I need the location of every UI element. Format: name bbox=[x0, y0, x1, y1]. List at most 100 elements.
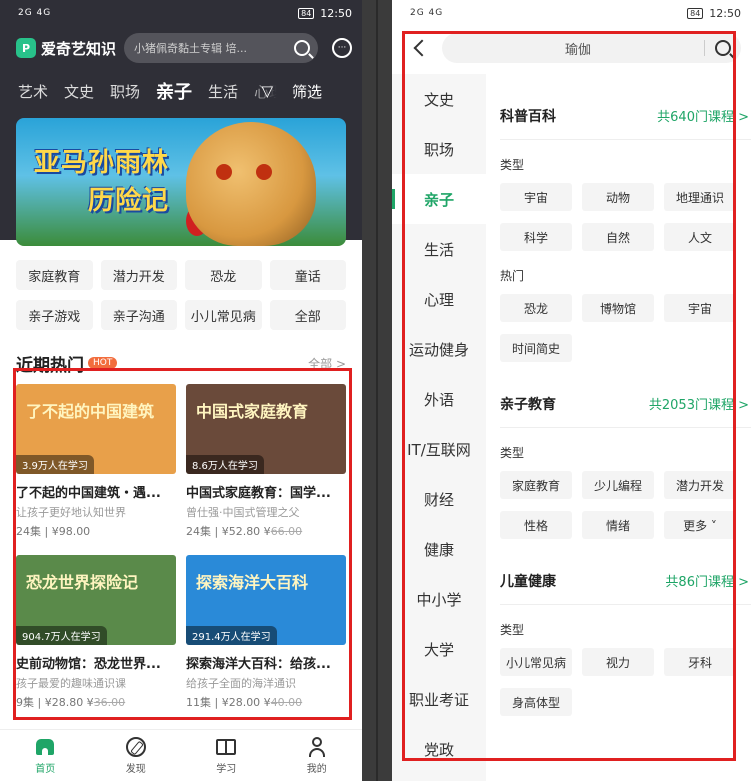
thumbnail-title: 中国式家庭教育 bbox=[196, 402, 309, 421]
course-card[interactable]: 探索海洋大百科 291.4万人在学习 探索海洋大百科：给孩... 给孩子全面的海洋通识… bbox=[186, 555, 346, 710]
course-thumbnail[interactable]: 恐龙世界探险记 904.7万人在学习 bbox=[16, 555, 176, 645]
category-tabs: 艺术文史职场亲子生活心理▽筛选 bbox=[0, 70, 362, 112]
course-thumbnail[interactable]: 了不起的中国建筑 3.9万人在学习 bbox=[16, 384, 176, 474]
group-label: 类型 bbox=[500, 158, 525, 172]
section-course-count-link[interactable]: 共86门课程 > bbox=[665, 571, 749, 590]
sidebar-item[interactable]: 财经 bbox=[392, 474, 486, 524]
group-label: 类型 bbox=[500, 623, 525, 637]
filter-chip[interactable]: 恐龙 bbox=[500, 294, 572, 322]
tab-label: 首页 bbox=[35, 763, 56, 775]
search-icon[interactable] bbox=[294, 40, 310, 56]
filter-chip[interactable]: 博物馆 bbox=[582, 294, 654, 322]
filter-label: 筛选 bbox=[291, 82, 322, 101]
search-icon[interactable] bbox=[715, 40, 731, 56]
category-tab[interactable]: 生活 bbox=[208, 81, 238, 102]
topic-tag[interactable]: 童话 bbox=[269, 260, 346, 290]
course-card[interactable]: 中国式家庭教育 8.6万人在学习 中国式家庭教育：国学... 曾仕强·中国式管理之父 2… bbox=[186, 384, 346, 539]
group-label: 类型 bbox=[500, 446, 525, 460]
course-card[interactable]: 了不起的中国建筑 3.9万人在学习 了不起的中国建筑・遇... 让孩子更好地认知世界 2… bbox=[16, 384, 176, 539]
filter-chip[interactable]: 宇宙 bbox=[500, 183, 572, 211]
topic-tag[interactable]: 恐龙 bbox=[185, 260, 262, 290]
topic-tag[interactable]: 全部 bbox=[269, 300, 346, 330]
tab-home[interactable]: 首页 bbox=[0, 730, 91, 781]
filter-chip[interactable]: 视力 bbox=[582, 648, 654, 676]
filter-chip[interactable]: 情绪 bbox=[582, 511, 654, 539]
filter-button[interactable]: ▽ 筛选 bbox=[247, 70, 346, 112]
course-thumbnail[interactable]: 探索海洋大百科 291.4万人在学习 bbox=[186, 555, 346, 645]
filter-chip[interactable]: 时间简史 bbox=[500, 334, 572, 362]
message-icon[interactable]: ··· bbox=[332, 38, 352, 58]
course-title: 了不起的中国建筑・遇... bbox=[16, 486, 161, 501]
filter-chip[interactable]: 潜力开发 bbox=[664, 471, 736, 499]
search-input[interactable]: 瑜伽 bbox=[442, 33, 741, 63]
section-course-count-link[interactable]: 共2053门课程 > bbox=[649, 394, 749, 413]
tab-user[interactable]: 我的 bbox=[272, 730, 363, 781]
sidebar-item[interactable]: IT/互联网 bbox=[392, 424, 486, 474]
filter-chip[interactable]: 更多 ˅ bbox=[664, 511, 736, 539]
topic-tag[interactable]: 家庭教育 bbox=[16, 260, 93, 290]
course-meta: 24集 | ¥52.80 ¥66.00 bbox=[186, 525, 303, 538]
topic-tag[interactable]: 小儿常见病 bbox=[185, 300, 262, 330]
original-price: 36.00 bbox=[93, 696, 126, 709]
tab-compass[interactable]: 发现 bbox=[91, 730, 182, 781]
sidebar-item[interactable]: 外语 bbox=[392, 374, 486, 424]
sidebar-item[interactable]: 中小学 bbox=[392, 574, 486, 624]
logo-icon: P bbox=[16, 38, 36, 58]
sidebar-item[interactable]: 亲子 bbox=[392, 174, 486, 224]
tab-book[interactable]: 学习 bbox=[181, 730, 272, 781]
original-price: 40.00 bbox=[270, 696, 303, 709]
category-tab[interactable]: 文史 bbox=[64, 81, 94, 102]
search-input[interactable]: 小猪佩奇黏土专辑 培... bbox=[124, 33, 318, 63]
course-meta: 11集 | ¥28.00 ¥40.00 bbox=[186, 696, 303, 709]
course-thumbnail[interactable]: 中国式家庭教育 8.6万人在学习 bbox=[186, 384, 346, 474]
filter-chip[interactable]: 地理通识 bbox=[664, 183, 736, 211]
hot-badge: HOT bbox=[88, 357, 118, 369]
chip-grid: 恐龙 博物馆 宇宙时间简史 bbox=[500, 294, 751, 362]
filter-chip[interactable]: 身高体型 bbox=[500, 688, 572, 716]
sidebar-item[interactable]: 职业考证 bbox=[392, 674, 486, 724]
filter-chip[interactable]: 小儿常见病 bbox=[500, 648, 572, 676]
section-header: 亲子教育 共2053门课程 > bbox=[500, 380, 751, 428]
course-card[interactable]: 恐龙世界探险记 904.7万人在学习 史前动物馆：恐龙世界... 孩子最爱的趣味通识课… bbox=[16, 555, 176, 710]
sidebar-item[interactable]: 大学 bbox=[392, 624, 486, 674]
filter-chip[interactable]: 家庭教育 bbox=[500, 471, 572, 499]
sidebar-item[interactable]: 生活 bbox=[392, 224, 486, 274]
chip-grid: 小儿常见病 视力 牙科身高体型 bbox=[500, 648, 751, 716]
book-icon-wrap bbox=[216, 737, 237, 757]
sidebar-item[interactable]: 党政 bbox=[392, 724, 486, 774]
back-arrow-icon[interactable] bbox=[413, 39, 431, 57]
filter-chip[interactable]: 少儿编程 bbox=[582, 471, 654, 499]
sidebar-item[interactable]: 运动健身 bbox=[392, 324, 486, 374]
filter-chip[interactable]: 科学 bbox=[500, 223, 572, 251]
sidebar-item[interactable]: 文史 bbox=[392, 74, 486, 124]
section-course-count-link[interactable]: 共640门课程 > bbox=[657, 106, 749, 125]
topic-tag[interactable]: 潜力开发 bbox=[100, 260, 177, 290]
hot-title: 近期热门 bbox=[16, 355, 84, 376]
topic-tag[interactable]: 亲子沟通 bbox=[100, 300, 177, 330]
category-tab[interactable]: 职场 bbox=[110, 81, 140, 102]
course-grid: 了不起的中国建筑 3.9万人在学习 了不起的中国建筑・遇... 让孩子更好地认知世界 2… bbox=[0, 374, 362, 710]
topic-tag[interactable]: 亲子游戏 bbox=[16, 300, 93, 330]
thumbnail-title: 探索海洋大百科 bbox=[196, 573, 309, 592]
user-icon-wrap bbox=[307, 736, 327, 757]
filter-chip[interactable]: 人文 bbox=[664, 223, 736, 251]
section-header: 科普百科 共640门课程 > bbox=[500, 92, 751, 140]
app-logo[interactable]: P 爱奇艺知识 bbox=[16, 38, 116, 59]
filter-chip[interactable]: 性格 bbox=[500, 511, 572, 539]
sidebar-item[interactable]: 健康 bbox=[392, 524, 486, 574]
sidebar-item[interactable]: 职场 bbox=[392, 124, 486, 174]
filter-chip[interactable]: 宇宙 bbox=[664, 294, 736, 322]
filter-chip[interactable]: 动物 bbox=[582, 183, 654, 211]
chip-grid: 宇宙 动物 地理通识科学 自然 人文 bbox=[500, 183, 751, 251]
promo-banner[interactable]: 亚马孙雨林 历险记 bbox=[16, 118, 346, 246]
course-price: 11集 | ¥28.00 bbox=[186, 696, 261, 709]
course-subtitle: 给孩子全面的海洋通识 bbox=[186, 677, 296, 690]
status-bar: 2G 4G 84 12:50 bbox=[0, 0, 362, 26]
course-subtitle: 孩子最爱的趣味通识课 bbox=[16, 677, 126, 690]
sidebar-item[interactable]: 心理 bbox=[392, 274, 486, 324]
category-tab[interactable]: 亲子 bbox=[156, 78, 192, 104]
filter-chip[interactable]: 自然 bbox=[582, 223, 654, 251]
hot-more-link[interactable]: 全部 > bbox=[308, 355, 346, 372]
filter-chip[interactable]: 牙科 bbox=[664, 648, 736, 676]
category-tab[interactable]: 艺术 bbox=[18, 81, 48, 102]
